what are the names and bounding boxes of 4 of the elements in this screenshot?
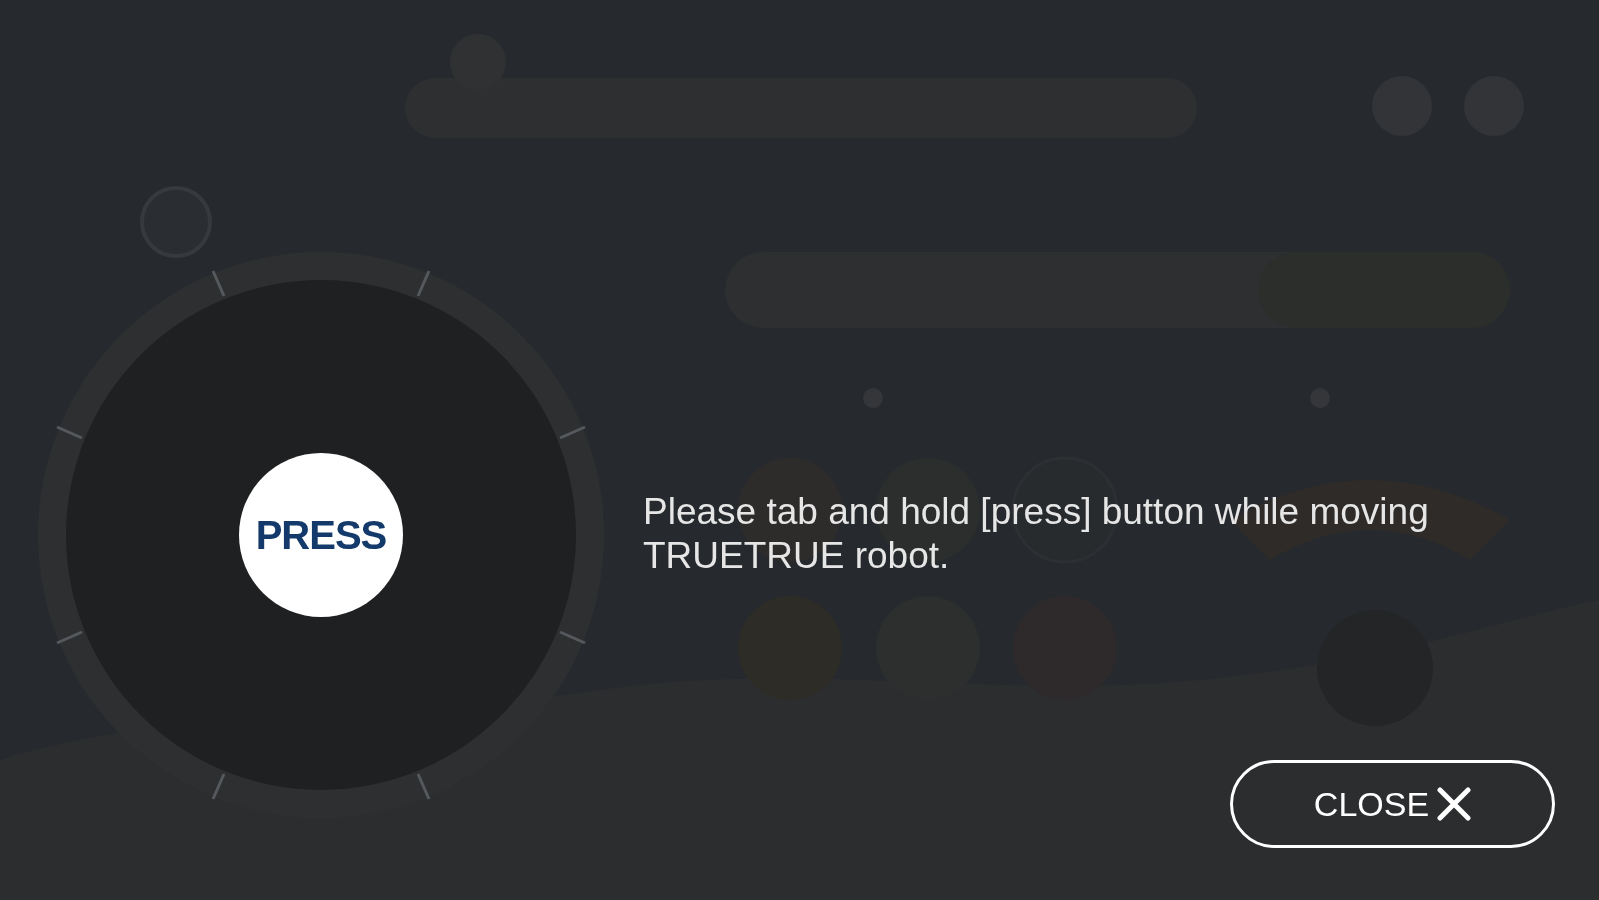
press-button[interactable]: PRESS [239,453,403,617]
close-button[interactable]: CLOSE [1230,760,1555,848]
instruction-text: Please tab and hold [press] button while moving TRUETRUE robot. [643,490,1430,578]
close-icon [1437,787,1472,821]
